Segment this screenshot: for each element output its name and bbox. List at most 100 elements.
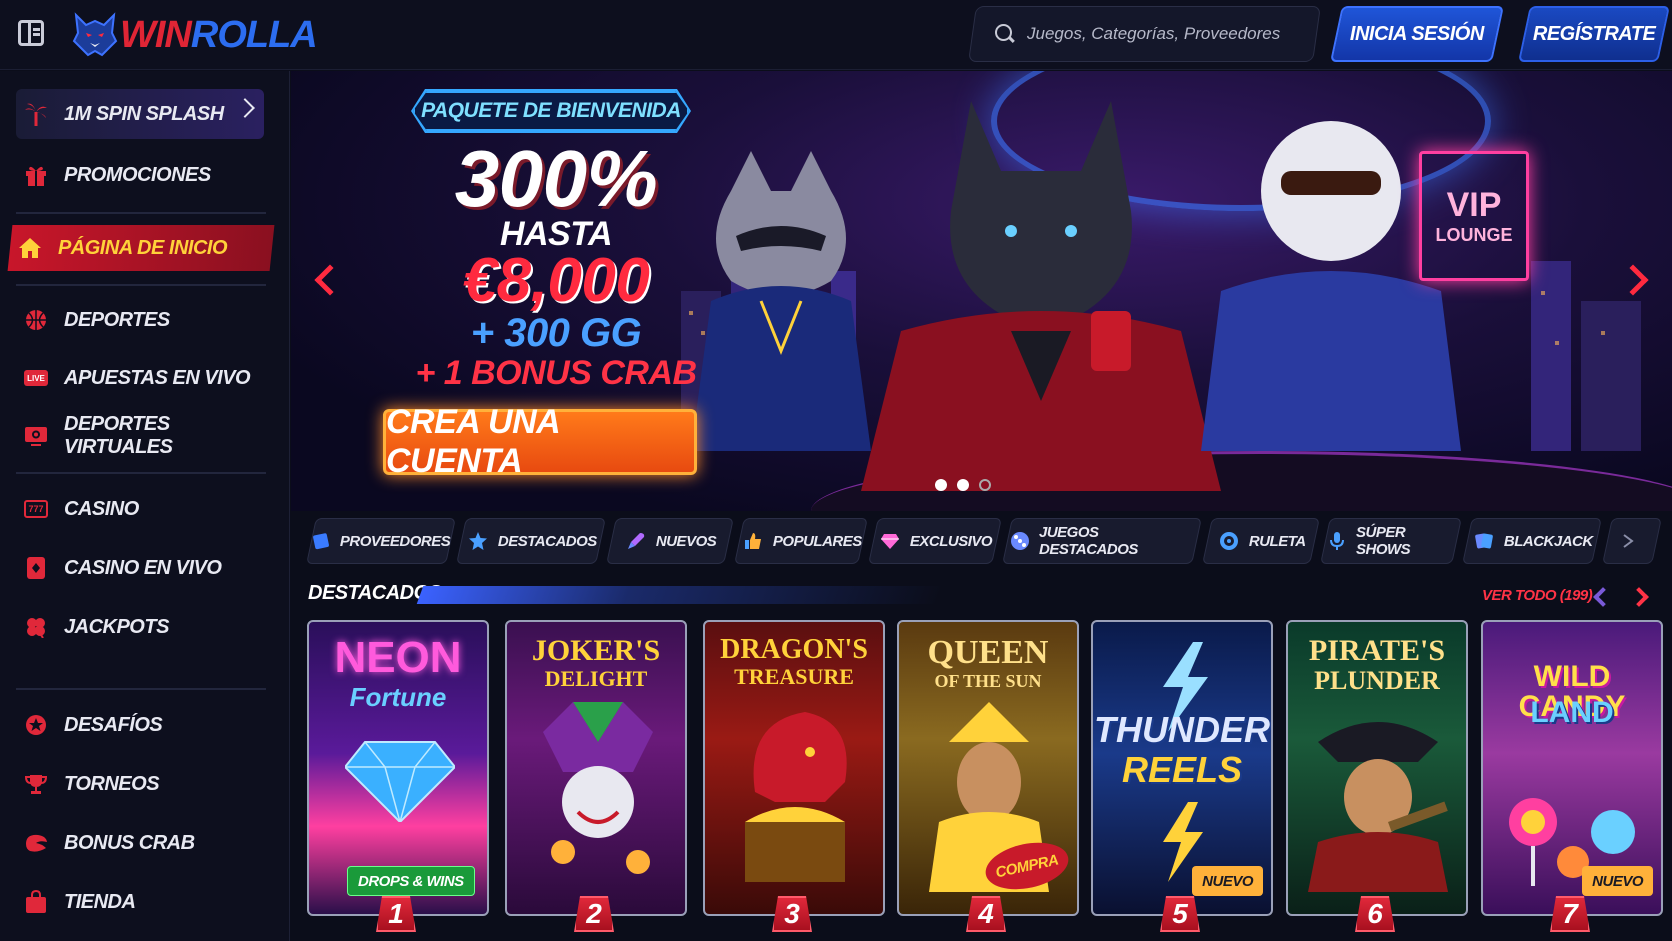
sidebar-divider [16, 212, 266, 214]
sidebar-item-virtual-sports[interactable]: DEPORTES VIRTUALES [16, 413, 266, 459]
tab-providers[interactable]: PROVEEDORES [306, 518, 456, 564]
game-card[interactable]: WILD CANDY LAND NUEVO [1481, 620, 1663, 916]
sidebar-item-home[interactable]: PÁGINA DE INICIO [7, 225, 275, 271]
game-badge: DROPS & WINS [347, 866, 475, 896]
star-icon [466, 529, 490, 553]
create-account-button[interactable]: CREA UNA CUENTA [383, 403, 697, 480]
sidebar-divider [16, 284, 266, 286]
game-badge: NUEVO [1192, 866, 1263, 896]
tab-featured[interactable]: DESTACADOS [456, 518, 606, 564]
dice-icon [1008, 529, 1031, 553]
sidebar-item-label: APUESTAS EN VIVO [64, 366, 251, 389]
sidebar-toggle-icon[interactable] [18, 20, 44, 46]
game-rank: 7 [1550, 896, 1590, 932]
tab-super-shows[interactable]: SÚPER SHOWS [1320, 518, 1462, 564]
top-header: WINROLLA Juegos, Categorías, Proveedores… [0, 0, 1672, 70]
home-icon [18, 236, 42, 260]
carousel-prev-icon[interactable] [314, 264, 346, 296]
more-icon [1616, 529, 1640, 553]
palm-tree-icon [24, 102, 48, 126]
register-button[interactable]: REGÍSTRATE [1518, 6, 1670, 62]
carousel-dot[interactable] [935, 479, 947, 491]
see-all-link[interactable]: VER TODO (199) [1482, 587, 1593, 604]
sidebar-item-tournaments[interactable]: TORNEOS [16, 761, 266, 807]
game-card[interactable]: JOKER'S DELIGHT [505, 620, 687, 916]
game-title: NEON [334, 633, 462, 682]
wolf-character-image [861, 101, 1221, 491]
monitor-icon [24, 424, 48, 448]
tab-roulette[interactable]: RULETA [1202, 518, 1320, 564]
hero-percent: 300% [454, 134, 658, 223]
sidebar-item-label: PROMOCIONES [64, 163, 211, 186]
trophy-icon [24, 772, 48, 796]
sidebar-item-casino[interactable]: 777 CASINO [16, 486, 266, 532]
game-title: THUNDER [1094, 709, 1270, 750]
sidebar-item-promotions[interactable]: PROMOCIONES [16, 152, 266, 198]
sidebar-item-challenges[interactable]: DESAFÍOS [16, 702, 266, 748]
tab-label: PROVEEDORES [339, 532, 451, 550]
tab-featured-games[interactable]: JUEGOS DESTACADOS [1002, 518, 1202, 564]
game-rank: 1 [376, 896, 416, 932]
vip-lounge-sign: VIP LOUNGE [1419, 151, 1529, 281]
game-title: JOKER'S [531, 634, 661, 667]
sidebar-item-label: CASINO [64, 497, 139, 520]
site-logo[interactable]: WINROLLA [72, 8, 318, 62]
section-title-bar [416, 586, 944, 604]
create-account-label: CREA UNA CUENTA [386, 403, 559, 480]
sidebar-item-label: DEPORTES [64, 308, 170, 331]
game-card[interactable]: QUEEN OF THE SUN COMPRA [897, 620, 1079, 916]
crab-claw-icon [24, 831, 48, 855]
sidebar-item-spin-splash[interactable]: 1M SPIN SPLASH [16, 89, 264, 139]
section-prev-icon[interactable] [1593, 587, 1613, 607]
game-title: DRAGON'S [720, 634, 868, 665]
card-icon [24, 556, 48, 580]
sidebar-divider [16, 472, 266, 474]
game-card[interactable]: DRAGON'S TREASURE [703, 620, 885, 916]
provider-icon [312, 529, 332, 553]
hero-banner[interactable]: VIP LOUNGE PAQUETE DE BIENVENIDA 300% HA… [291, 71, 1672, 511]
carousel-dots [935, 479, 991, 491]
game-rank: 6 [1355, 896, 1395, 932]
tab-label: DESTACADOS [497, 532, 597, 550]
tab-new[interactable]: NUEVOS [606, 518, 734, 564]
dragon-art-image [745, 712, 847, 882]
tab-blackjack[interactable]: BLACKJACK [1462, 518, 1602, 564]
sidebar-item-bonus-crab[interactable]: BONUS CRAB [16, 820, 266, 866]
carousel-dot[interactable] [957, 479, 969, 491]
sidebar-item-shop[interactable]: TIENDA [16, 879, 266, 925]
sidebar-item-label: TORNEOS [64, 772, 160, 795]
game-card[interactable]: THUNDER REELS NUEVO [1091, 620, 1273, 916]
game-rank: 2 [574, 896, 614, 932]
welcome-badge-text: PAQUETE DE BIENVENIDA [421, 99, 681, 122]
tab-exclusive[interactable]: EXCLUSIVO [868, 518, 1002, 564]
gift-icon [24, 163, 48, 187]
sidebar-item-label: CASINO EN VIVO [64, 556, 222, 579]
sidebar-item-live-casino[interactable]: CASINO EN VIVO [16, 545, 266, 591]
sidebar-item-label: TIENDA [64, 890, 136, 913]
tab-popular[interactable]: POPULARES [734, 518, 868, 564]
carousel-dot[interactable] [979, 479, 991, 491]
tab-label: BLACKJACK [1503, 532, 1593, 550]
slot-badge: 777 [24, 500, 48, 518]
search-input[interactable]: Juegos, Categorías, Proveedores [968, 6, 1321, 62]
login-button[interactable]: INICIA SESIÓN [1330, 6, 1504, 62]
section-next-icon[interactable] [1629, 587, 1649, 607]
hero-gg: + 300 GG [470, 311, 642, 355]
tab-more[interactable] [1602, 518, 1662, 564]
sidebar-item-label: PÁGINA DE INICIO [58, 236, 228, 259]
rocket-icon [624, 529, 648, 553]
logo-win-text: WIN [120, 13, 192, 56]
basketball-icon [24, 308, 48, 332]
welcome-badge: PAQUETE DE BIENVENIDA [413, 91, 689, 131]
thumbs-up-icon [741, 529, 765, 553]
wolf-logo-icon [72, 11, 118, 59]
game-card[interactable]: PIRATE'S PLUNDER [1286, 620, 1468, 916]
sidebar-item-live-betting[interactable]: LIVE APUESTAS EN VIVO [16, 355, 266, 401]
sidebar-item-sports[interactable]: DEPORTES [16, 297, 266, 343]
sidebar-item-jackpots[interactable]: JACKPOTS [16, 604, 266, 650]
tab-label: RULETA [1248, 532, 1306, 550]
tab-label: JUEGOS DESTACADOS [1039, 524, 1139, 558]
category-tabs: PROVEEDORES DESTACADOS NUEVOS POPULARES … [291, 512, 1672, 572]
sidebar-item-label: BONUS CRAB [64, 831, 195, 854]
game-card[interactable]: NEON Fortune DROPS & WINS [307, 620, 489, 916]
